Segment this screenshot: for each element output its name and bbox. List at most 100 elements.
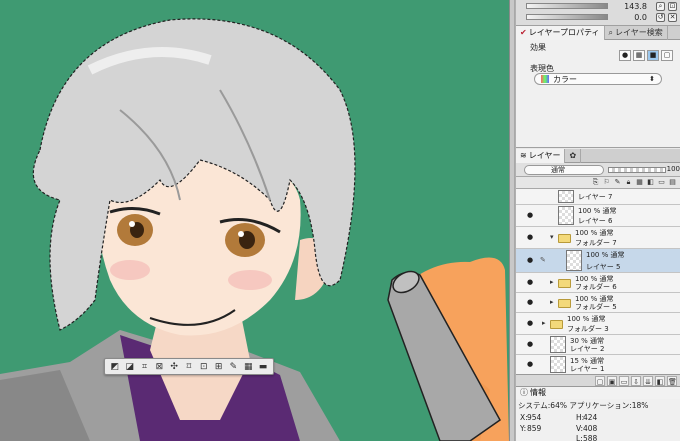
ruler-icon[interactable]: ▭ [657,178,666,187]
layer-thumbnail [558,190,574,203]
transfer-icon[interactable]: ⇩ [631,376,641,386]
tab-extra[interactable]: ✿ [565,149,582,163]
display-color-select[interactable]: カラー ⬍ [534,73,662,85]
right-dock-panel: 143.8 0.0 ⌕ ⊡ ↺ ✕ ✔ レイヤープロパティ ⌕ レイヤー検索 効… [515,0,680,441]
reset-rotation-icon[interactable]: ↺ [656,13,665,22]
layer-tabbar: ≋ レイヤー ✿ [516,149,680,163]
tab-label: レイヤープロパティ [528,28,600,37]
folder-icon [558,299,571,308]
crop-icon[interactable]: ⌗ [138,360,152,373]
layer-blend-info: 100 % 通常 [586,251,625,259]
chevron-right-icon[interactable]: ▸ [550,278,554,286]
layer-row[interactable]: レイヤー 7 [516,189,680,205]
blush-left [110,260,150,280]
layer-list[interactable]: レイヤー 7 ● 100 % 通常 レイヤー 6 ● ▾ 100 % 通常 フォルダー 7 ● ✎… [516,189,680,374]
eye-icon[interactable]: ● [527,278,533,286]
layer-name: レイヤー 1 [570,365,605,373]
tab-layer[interactable]: ≋ レイヤー [516,149,566,163]
layer-name: フォルダー 3 [567,325,609,333]
mask-icon[interactable]: ◧ [646,178,655,187]
layer-row[interactable]: ● 100 % 通常 レイヤー 6 [516,205,680,227]
property-tabbar: ✔ レイヤープロパティ ⌕ レイヤー検索 [516,26,680,40]
layer-row[interactable]: ● ▸ 100 % 通常 フォルダー 6 [516,273,680,293]
opacity-value: 100 [666,165,680,173]
chevron-down-icon[interactable]: ▾ [550,233,554,241]
eye-icon[interactable]: ● [527,360,533,368]
h-value: 424 [583,413,598,422]
lock-alpha-icon[interactable]: ▦ [635,178,644,187]
gradient-icon[interactable]: ◪ [123,360,137,373]
layer-name: フォルダー 6 [575,283,617,291]
search-icon: ⌕ [608,28,613,37]
layer-color-icon[interactable]: ■ [647,50,659,61]
layers-icon: ≋ [520,151,527,160]
layer-property-icon: ✔ [520,28,527,37]
lock-icon[interactable]: 🔒︎ [624,178,633,187]
eye-icon[interactable]: ● [527,298,533,306]
tone-effect-icon[interactable]: ▦ [633,50,645,61]
v-readout: V:408 [576,424,598,433]
shrink-icon[interactable]: ⊡ [197,360,211,373]
opacity-slider[interactable] [608,167,666,173]
blend-mode-select[interactable]: 通常 [524,165,604,175]
layer-bottom-toolbar: ▢ ▣ ▭ ⇩ ⇊ ◧ 🗑︎ [516,374,680,387]
layer-row[interactable]: ● ▸ 100 % 通常 フォルダー 3 [516,313,680,335]
eye-icon[interactable]: ● [527,340,533,348]
zoom-slider[interactable] [526,3,608,9]
border-effect-icon[interactable]: ● [619,50,631,61]
more-effect-icon[interactable]: ▢ [661,50,673,61]
folder-icon [550,320,563,329]
mask-icon[interactable]: ▬ [256,360,270,373]
grow-icon[interactable]: ⊞ [212,360,226,373]
close-icon[interactable]: ✕ [668,13,677,22]
eye-icon[interactable]: ● [527,256,533,264]
new-raster-layer-icon[interactable]: ▢ [595,376,605,386]
eye-icon[interactable]: ● [527,319,533,327]
eye-icon[interactable]: ● [527,211,533,219]
new-vector-layer-icon[interactable]: ▣ [607,376,617,386]
clip-icon[interactable]: ⎘ [591,178,600,187]
layer-blend-info: 100 % 通常 [578,207,617,215]
zoom-value: 143.8 [624,2,647,11]
scale-icon[interactable]: ✣ [167,360,181,373]
palette-icon: ✿ [569,151,577,160]
rotation-value: 0.0 [634,13,647,22]
rotation-slider[interactable] [526,14,608,20]
tab-layer-search[interactable]: ⌕ レイヤー検索 [605,26,668,40]
drawing-canvas[interactable]: ◩ ◪ ⌗ ⊠ ✣ ⌑ ⊡ ⊞ ✎ ▦ ▬ [0,0,509,441]
layer-thumbnail [558,206,574,225]
merge-icon[interactable]: ⇊ [643,376,653,386]
fit-icon[interactable]: ⊡ [668,2,677,11]
delete-layer-icon[interactable]: 🗑︎ [667,376,677,386]
free-transform-icon[interactable]: ⌑ [182,360,196,373]
info-tabbar: ⓘ 情報 [516,387,680,399]
chevron-right-icon[interactable]: ▸ [542,319,546,327]
new-folder-icon[interactable]: ▭ [619,376,629,386]
reference-icon[interactable]: ⚐ [602,178,611,187]
layer-name: レイヤー 5 [586,263,621,271]
layer-row[interactable]: ● ✎ 100 % 通常 レイヤー 5 [516,249,680,273]
tab-layer-property[interactable]: ✔ レイヤープロパティ [516,26,605,40]
chevron-right-icon[interactable]: ▸ [550,298,554,306]
layer-row[interactable]: ● 30 % 通常 レイヤー 2 [516,335,680,355]
pencil-icon: ✎ [540,256,546,264]
draft-icon[interactable]: ✎ [613,178,622,187]
layer-row[interactable]: ● ▸ 100 % 通常 フォルダー 5 [516,293,680,313]
layer-row[interactable]: ● ▾ 100 % 通常 フォルダー 7 [516,227,680,249]
mask-add-icon[interactable]: ◧ [655,376,665,386]
fill-icon[interactable]: ◩ [108,360,122,373]
layer-row[interactable]: ● 15 % 通常 レイヤー 1 [516,355,680,374]
eye-icon[interactable]: ● [527,233,533,241]
folder-icon [558,279,571,288]
layer-thumbnail [550,356,566,373]
tab-info[interactable]: ⓘ 情報 [516,387,680,399]
x-readout: X:954 [520,413,542,422]
system-usage: システム:64% アプリケーション:18% [518,401,649,410]
brush-selection-icon[interactable]: ✎ [227,360,241,373]
info-icon: ⓘ [520,388,528,397]
h-readout: H:424 [576,413,598,422]
options-icon[interactable]: ▤ [668,178,677,187]
checker-icon[interactable]: ▦ [241,360,255,373]
transform-icon[interactable]: ⊠ [152,360,166,373]
zoom-in-icon[interactable]: ⌕ [656,2,665,11]
